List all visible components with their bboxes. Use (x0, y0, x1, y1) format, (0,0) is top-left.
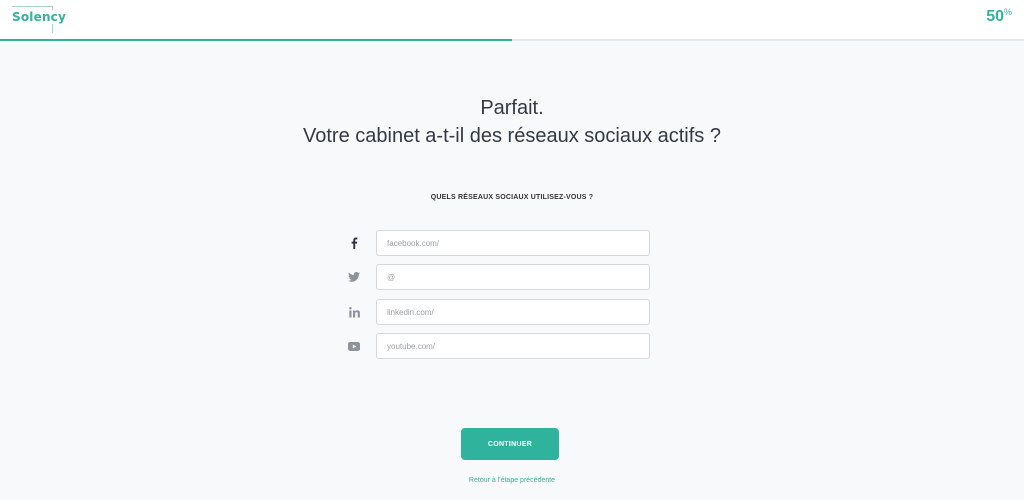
youtube-icon (346, 338, 362, 354)
twitter-icon (346, 269, 362, 285)
youtube-input[interactable] (376, 333, 650, 359)
progress-percent-value: 50 (986, 8, 1004, 25)
progress-bar (0, 39, 1024, 41)
progress-percent-unit: % (1003, 7, 1012, 17)
youtube-row (346, 333, 652, 359)
progress-percent: 50% (986, 7, 1012, 26)
linkedin-icon (346, 304, 362, 320)
top-bar: Solency 50% (0, 0, 1024, 41)
facebook-row (346, 230, 652, 256)
continue-button[interactable]: CONTINUER (461, 428, 559, 460)
logo[interactable]: Solency (11, 6, 68, 33)
page-title: Parfait. Votre cabinet a-t-il des réseau… (0, 94, 1024, 150)
facebook-input[interactable] (376, 230, 650, 256)
twitter-input[interactable] (376, 264, 650, 290)
logo-text: Solency (11, 10, 68, 24)
title-line-1: Parfait. (480, 97, 544, 119)
linkedin-input[interactable] (376, 299, 650, 325)
title-line-2: Votre cabinet a-t-il des réseaux sociaux… (303, 125, 721, 147)
section-label: QUELS RÉSEAUX SOCIAUX UTILISEZ-VOUS ? (430, 194, 594, 201)
twitter-row (346, 264, 652, 290)
back-link[interactable]: Retour à l'étape précédente (0, 477, 1024, 484)
progress-fill (0, 39, 512, 41)
facebook-icon (346, 235, 362, 251)
linkedin-row (346, 299, 652, 325)
